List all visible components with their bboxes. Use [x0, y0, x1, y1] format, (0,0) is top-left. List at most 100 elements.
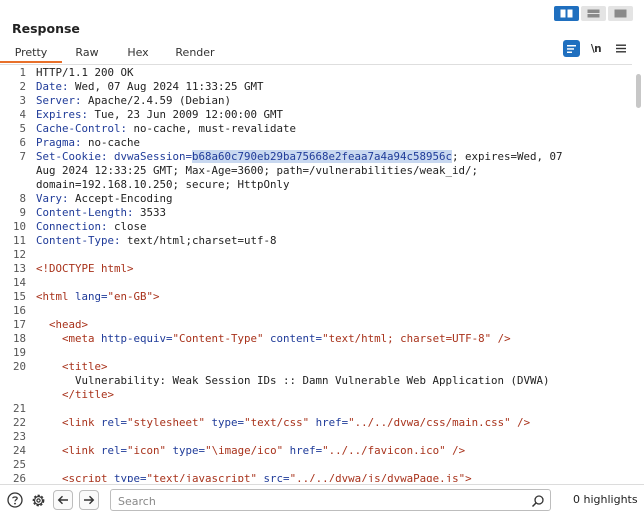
line-number: 7	[19, 150, 26, 163]
code-line: 17 <head>	[0, 318, 632, 332]
tab-pretty[interactable]: Pretty	[0, 41, 62, 64]
code-token: rel=	[101, 416, 128, 429]
code-line: 1 HTTP/1.1 200 OK	[0, 66, 632, 80]
line-content	[30, 276, 632, 290]
search-input[interactable]	[111, 491, 511, 512]
code-token: <!DOCTYPE html>	[36, 262, 134, 275]
code-line: 9 Content-Length: 3533	[0, 206, 632, 220]
line-content: <html lang="en-GB">	[30, 290, 632, 304]
show-newlines-button[interactable]: \n	[586, 40, 606, 57]
code-token: <html	[36, 290, 76, 303]
line-content: Pragma: no-cache	[30, 136, 632, 150]
layout-single-button[interactable]	[608, 6, 633, 21]
code-token: />	[452, 444, 466, 457]
line-content: Connection: close	[30, 220, 632, 234]
line-content: HTTP/1.1 200 OK	[30, 66, 632, 80]
code-token: "text/javascript"	[146, 472, 264, 482]
line-number: 21	[12, 402, 26, 415]
code-token: <script	[36, 472, 115, 482]
code-token: HTTP/1.1 200 OK	[36, 66, 134, 79]
line-number: 2	[19, 80, 26, 93]
line-content: Cache-Control: no-cache, must-revalidate	[30, 122, 632, 136]
line-number: 17	[12, 318, 26, 331]
code-token: close	[114, 220, 147, 233]
code-token: Content-Length:	[36, 206, 141, 219]
code-token: content=	[270, 332, 323, 345]
tab-render[interactable]: Render	[164, 41, 226, 64]
code-token: src=	[263, 472, 290, 482]
code-token: >	[465, 472, 472, 482]
code-line: 5 Cache-Control: no-cache, must-revalidat…	[0, 122, 632, 136]
line-content	[30, 304, 632, 318]
code-token: "../../dvwa/js/dvwaPage.js"	[289, 472, 466, 482]
code-token: Connection:	[36, 220, 115, 233]
code-token: "stylesheet"	[127, 416, 212, 429]
code-line: Aug 2024 12:33:25 GMT; Max-Age=3600; pat…	[0, 164, 632, 178]
line-content: Vary: Accept-Encoding	[30, 192, 632, 206]
line-number: 24	[12, 444, 26, 457]
code-token: Set-Cookie:	[36, 150, 115, 163]
code-token: no-cache	[88, 136, 141, 149]
line-content: Server: Apache/2.4.59 (Debian)	[30, 94, 632, 108]
code-line: 3 Server: Apache/2.4.59 (Debian)	[0, 94, 632, 108]
tab-raw[interactable]: Raw	[62, 41, 112, 64]
line-content: <title>	[30, 360, 632, 374]
code-line: 21	[0, 402, 632, 416]
line-content: <!DOCTYPE html>	[30, 262, 632, 276]
line-content: Content-Length: 3533	[30, 206, 632, 220]
editor-tools: \n	[563, 40, 629, 57]
search-field[interactable]	[110, 489, 551, 512]
search-bar: 0 highlights	[0, 484, 644, 515]
help-icon	[7, 492, 23, 508]
code-line: 23	[0, 430, 632, 444]
code-token: "text/html; charset=UTF-8"	[322, 332, 498, 345]
code-line: 10 Connection: close	[0, 220, 632, 234]
line-number: 16	[12, 304, 26, 317]
vertical-scrollbar[interactable]	[632, 64, 644, 482]
code-token: <link	[36, 416, 102, 429]
help-button[interactable]	[5, 490, 25, 510]
line-content: </title>	[30, 388, 632, 402]
code-line: 19	[0, 346, 632, 360]
columns-icon	[560, 9, 573, 18]
line-number	[0, 164, 30, 178]
previous-match-button[interactable]	[53, 490, 73, 510]
code-line: 24 <link rel="icon" type="\image/ico" hr…	[0, 444, 632, 458]
layout-side-by-side-button[interactable]	[554, 6, 579, 21]
tab-hex[interactable]: Hex	[112, 41, 164, 64]
code-token: "\image/ico"	[205, 444, 290, 457]
search-icon[interactable]	[531, 493, 545, 512]
line-number: 4	[19, 108, 26, 121]
menu-button[interactable]	[612, 40, 629, 57]
code-token: Vary:	[36, 192, 76, 205]
code-token: dvwaSession=	[114, 150, 193, 163]
code-line: 22 <link rel="stylesheet" type="text/css…	[0, 416, 632, 430]
line-content: Content-Type: text/html;charset=utf-8	[30, 234, 632, 248]
line-content: Date: Wed, 07 Aug 2024 11:33:25 GMT	[30, 80, 632, 94]
line-content: Expires: Tue, 23 Jun 2009 12:00:00 GMT	[30, 108, 632, 122]
line-number	[0, 374, 30, 388]
scrollbar-thumb[interactable]	[636, 74, 641, 108]
code-line: 7 Set-Cookie: dvwaSession=b68a60c790eb29b…	[0, 150, 632, 164]
code-token: 3533	[140, 206, 167, 219]
line-number: 14	[12, 276, 26, 289]
layout-stacked-button[interactable]	[581, 6, 606, 21]
selected-session-id: b68a60c790eb29ba75668e2feaa7a4a94c58956c	[192, 150, 453, 163]
line-number: 9	[19, 206, 26, 219]
line-number: 26	[12, 472, 26, 482]
code-line: 18 <meta http-equiv="Content-Type" conte…	[0, 332, 632, 346]
next-match-button[interactable]	[79, 490, 99, 510]
line-content	[30, 430, 632, 444]
panel-title: Response	[12, 21, 80, 36]
code-token: <title>	[36, 360, 108, 373]
code-token: type=	[211, 416, 245, 429]
line-number: 20	[12, 360, 26, 373]
response-editor[interactable]: 1 HTTP/1.1 200 OK 2 Date: Wed, 07 Aug 2024 …	[0, 64, 644, 482]
line-number	[0, 178, 30, 192]
code-token: Apache/2.4.59 (Debian)	[88, 94, 232, 107]
settings-button[interactable]	[28, 490, 48, 510]
code-line: 25	[0, 458, 632, 472]
code-token: type=	[114, 472, 147, 482]
code-token: Accept-Encoding	[75, 192, 173, 205]
pretty-format-button[interactable]	[563, 40, 580, 57]
